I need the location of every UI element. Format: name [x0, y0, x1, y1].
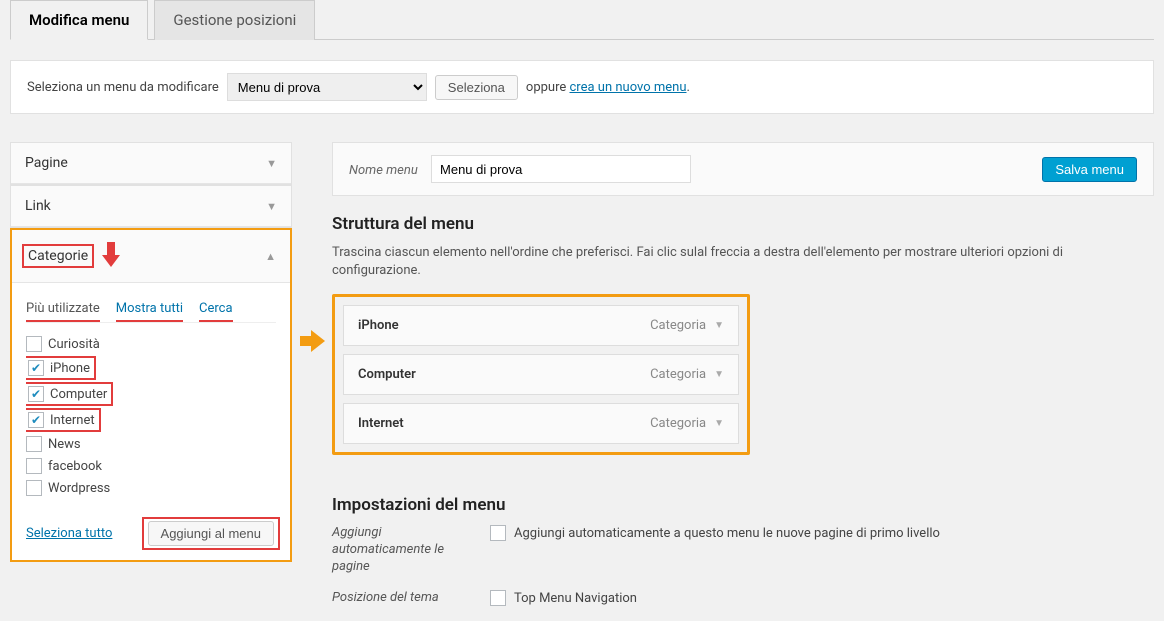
or-text: oppure — [526, 80, 566, 95]
settings-theme-pos: Posizione del tema Top Menu Navigation — [332, 590, 1154, 607]
category-item[interactable]: facebook — [26, 455, 270, 477]
auto-add-text: Aggiungi automaticamente a questo menu l… — [514, 526, 940, 541]
save-menu-button[interactable]: Salva menu — [1042, 157, 1137, 182]
structure-title: Struttura del menu — [332, 214, 1154, 234]
nav-tabs: Modifica menu Gestione posizioni — [10, 0, 1154, 40]
caret-down-icon[interactable]: ▼ — [714, 369, 724, 380]
category-label: Wordpress — [48, 481, 110, 496]
menu-item-label: Internet — [358, 416, 404, 431]
menu-name-label: Nome menu — [349, 163, 418, 178]
tab-edit-menu[interactable]: Modifica menu — [10, 0, 148, 40]
auto-add-label: Aggiungi automaticamente le pagine — [332, 525, 462, 576]
category-label: Curiosità — [48, 337, 100, 352]
category-item[interactable]: News — [26, 433, 270, 455]
menu-item[interactable]: Computer Categoria▼ — [343, 354, 739, 395]
select-all-link[interactable]: Seleziona tutto — [26, 526, 112, 541]
main-panel: Nome menu Salva menu Struttura del menu … — [332, 142, 1154, 621]
category-item[interactable]: Wordpress — [26, 477, 270, 499]
menu-structure-list: iPhoneCategoria▼ComputerCategoria▼Intern… — [332, 294, 750, 455]
category-checkbox[interactable] — [28, 360, 44, 376]
widget-links-title: Link — [25, 198, 51, 214]
menu-item-label: Computer — [358, 367, 416, 382]
theme-pos-label: Posizione del tema — [332, 590, 462, 607]
menu-item-type: Categoria▼ — [650, 367, 724, 382]
caret-down-icon: ▼ — [266, 157, 277, 170]
widget-links-header[interactable]: Link ▼ — [11, 186, 291, 227]
category-checkbox[interactable] — [26, 436, 42, 452]
category-label: News — [48, 437, 81, 452]
arrow-down-icon — [102, 242, 120, 270]
category-tabs: Più utilizzate Mostra tutti Cerca — [26, 295, 276, 323]
category-list[interactable]: Curiosità iPhone Computer Internet News faceb… — [26, 333, 276, 501]
add-to-menu-button[interactable]: Aggiungi al menu — [148, 521, 274, 546]
settings-auto-add: Aggiungi automaticamente le pagine Aggiu… — [332, 525, 1154, 576]
menu-item[interactable]: Internet Categoria▼ — [343, 403, 739, 444]
category-checkbox[interactable] — [26, 458, 42, 474]
structure-instr: Trascina ciascun elemento nell'ordine ch… — [332, 244, 1154, 280]
widget-links: Link ▼ — [10, 185, 292, 228]
category-checkbox[interactable] — [26, 480, 42, 496]
category-checkbox[interactable] — [26, 336, 42, 352]
menu-item-type: Categoria▼ — [650, 416, 724, 431]
category-checkbox[interactable] — [28, 386, 44, 402]
category-item[interactable]: Internet — [26, 407, 270, 433]
sidebar: Pagine ▼ Link ▼ Categorie ▲ — [10, 142, 292, 562]
widget-categories-body: Più utilizzate Mostra tutti Cerca Curios… — [12, 283, 290, 560]
menu-header-bar: Nome menu Salva menu — [332, 142, 1154, 196]
widget-pages-title: Pagine — [25, 155, 68, 171]
tab-show-all[interactable]: Mostra tutti — [116, 295, 183, 322]
caret-down-icon[interactable]: ▼ — [714, 320, 724, 331]
category-checkbox[interactable] — [28, 412, 44, 428]
theme-pos-text: Top Menu Navigation — [514, 591, 637, 606]
widget-categories-header[interactable]: Categorie ▲ — [12, 230, 290, 283]
widget-categories-footer: Seleziona tutto Aggiungi al menu — [26, 513, 276, 548]
menu-item[interactable]: iPhone Categoria▼ — [343, 305, 739, 346]
category-item[interactable]: Excel — [26, 499, 270, 501]
widget-categories: Categorie ▲ Più utilizzate Mostra tutti … — [10, 228, 292, 562]
widget-pages: Pagine ▼ — [10, 142, 292, 185]
menu-item-type: Categoria▼ — [650, 318, 724, 333]
caret-up-icon: ▲ — [265, 250, 276, 263]
menu-item-label: iPhone — [358, 318, 399, 333]
select-menu-label: Seleziona un menu da modificare — [27, 80, 219, 95]
arrow-right-icon — [300, 330, 328, 352]
caret-down-icon: ▼ — [266, 200, 277, 213]
auto-add-checkbox[interactable] — [490, 525, 506, 541]
category-label: Computer — [50, 387, 107, 402]
category-item[interactable]: iPhone — [26, 355, 270, 381]
menu-select[interactable]: Menu di prova — [227, 73, 427, 101]
category-label: Internet — [50, 413, 95, 428]
category-label: iPhone — [50, 361, 90, 376]
tab-most-used[interactable]: Più utilizzate — [26, 295, 100, 322]
menu-name-input[interactable] — [431, 155, 691, 183]
category-item[interactable]: Curiosità — [26, 333, 270, 355]
menu-select-bar: Seleziona un menu da modificare Menu di … — [10, 60, 1154, 114]
category-item[interactable]: Computer — [26, 381, 270, 407]
tab-manage-positions[interactable]: Gestione posizioni — [154, 0, 315, 40]
widget-pages-header[interactable]: Pagine ▼ — [11, 143, 291, 184]
widget-categories-title: Categorie — [22, 244, 94, 268]
caret-down-icon[interactable]: ▼ — [714, 418, 724, 429]
theme-pos-checkbox[interactable] — [490, 590, 506, 606]
create-new-menu-link[interactable]: crea un nuovo menu — [570, 80, 687, 95]
category-label: facebook — [48, 459, 102, 474]
settings-title: Impostazioni del menu — [332, 495, 1154, 515]
select-button[interactable]: Seleziona — [435, 75, 518, 100]
tab-search[interactable]: Cerca — [199, 295, 233, 322]
